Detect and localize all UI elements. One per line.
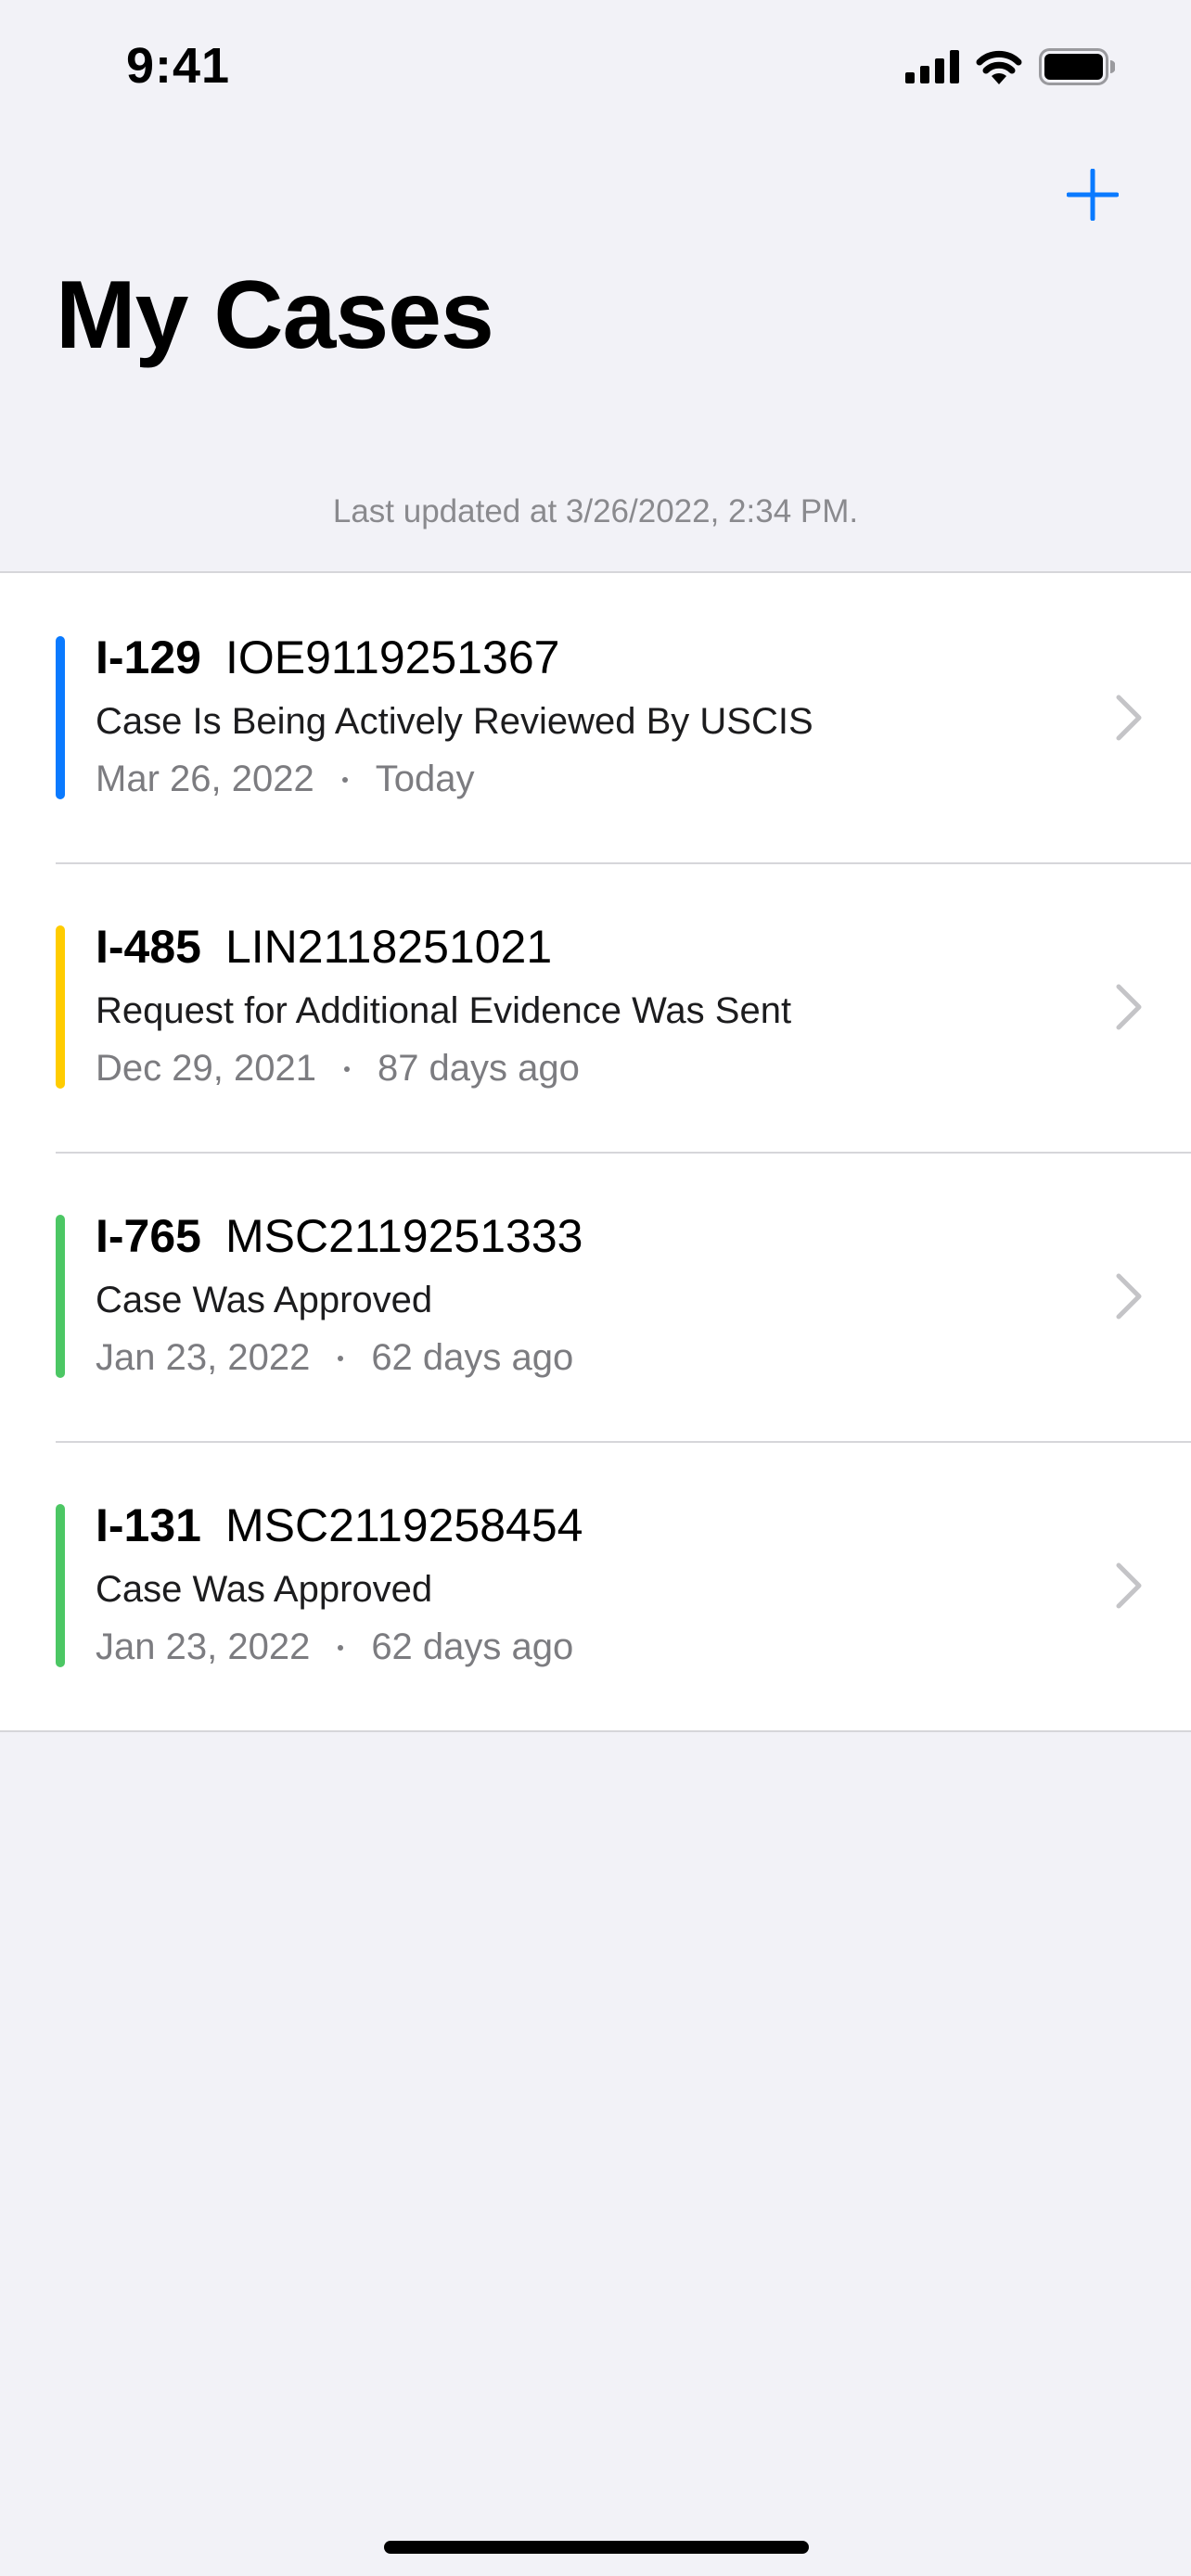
last-updated-text: Last updated at 3/26/2022, 2:34 PM. [332, 493, 859, 529]
form-type: I-131 [96, 1499, 201, 1551]
case-status: Request for Additional Evidence Was Sent [96, 990, 792, 1031]
status-indicator [56, 1215, 65, 1378]
receipt-number: LIN2118251021 [224, 921, 553, 973]
form-type: I-129 [96, 631, 201, 683]
case-date: Dec 29, 2021 [96, 1048, 316, 1089]
case-status: Case Was Approved [96, 1569, 433, 1610]
case-status: Case Was Approved [96, 1280, 433, 1320]
case-row[interactable]: I-485 LIN2118251021 Request for Addition… [0, 862, 1191, 1152]
home-indicator[interactable] [384, 2541, 809, 2554]
separator-dot [341, 776, 348, 783]
status-bar: 9:41 [0, 0, 1191, 130]
case-relative-date: 87 days ago [377, 1048, 580, 1089]
case-row[interactable]: I-765 MSC2119251333 Case Was Approved Ja… [0, 1152, 1191, 1441]
form-type: I-485 [96, 921, 201, 973]
case-date: Mar 26, 2022 [96, 759, 314, 799]
case-relative-date: Today [375, 759, 475, 799]
battery-icon [1039, 48, 1115, 85]
plus-icon [1067, 169, 1119, 221]
status-indicator [56, 925, 65, 1089]
add-case-button[interactable] [1056, 158, 1130, 232]
case-date: Jan 23, 2022 [96, 1337, 311, 1378]
case-status: Case Is Being Actively Reviewed By USCIS [96, 701, 813, 742]
separator-dot [338, 1355, 344, 1361]
separator-dot [338, 1644, 344, 1651]
chevron-right-icon [1116, 984, 1142, 1030]
wifi-icon [976, 50, 1022, 84]
chevron-right-icon [1116, 695, 1142, 741]
receipt-number: MSC2119251333 [224, 1210, 583, 1262]
receipt-number: MSC2119258454 [224, 1499, 583, 1551]
case-list: I-129 IOE9119251367 Case Is Being Active… [0, 571, 1191, 1732]
status-time: 9:41 [126, 38, 231, 94]
case-date: Jan 23, 2022 [96, 1626, 311, 1667]
page-title: My Cases [56, 261, 494, 369]
cellular-signal-icon [905, 50, 959, 83]
receipt-number: IOE9119251367 [224, 631, 560, 683]
case-row[interactable]: I-131 MSC2119258454 Case Was Approved Ja… [0, 1441, 1191, 1730]
chevron-right-icon [1116, 1562, 1142, 1609]
status-icons [905, 48, 1115, 85]
separator-dot [343, 1065, 350, 1072]
chevron-right-icon [1116, 1273, 1142, 1320]
status-indicator [56, 636, 65, 799]
case-row[interactable]: I-129 IOE9119251367 Case Is Being Active… [0, 573, 1191, 862]
case-relative-date: 62 days ago [371, 1337, 574, 1378]
form-type: I-765 [96, 1210, 201, 1262]
case-relative-date: 62 days ago [371, 1626, 574, 1667]
status-indicator [56, 1504, 65, 1667]
